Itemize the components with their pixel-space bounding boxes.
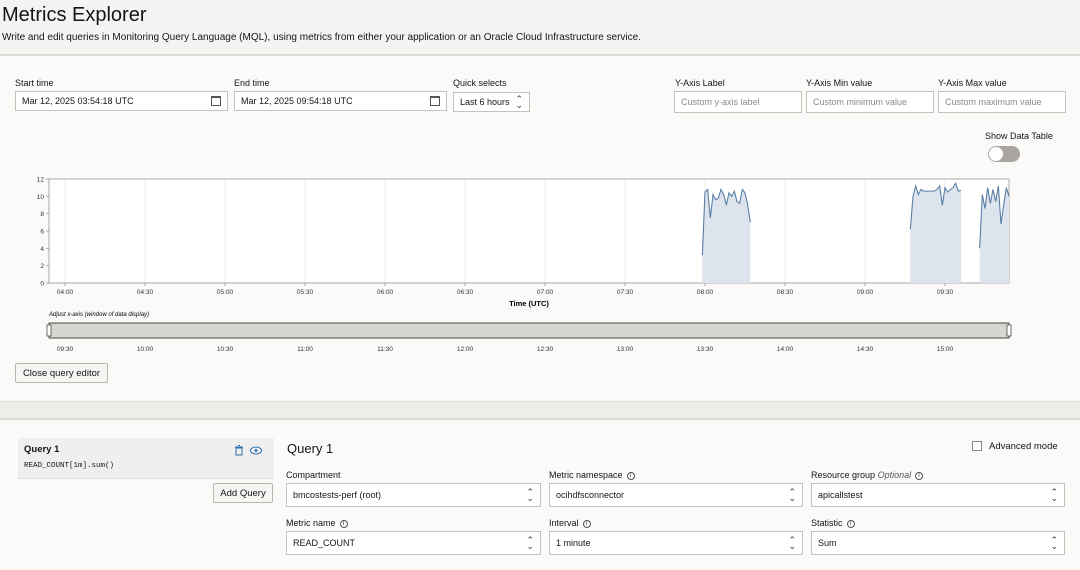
resource-group-optional-text: Optional [877, 470, 912, 480]
x-axis-range-slider[interactable] [46, 322, 1012, 339]
interval-label-text: Interval [549, 518, 579, 528]
range-slider-tick-label: 10:00 [137, 346, 154, 353]
y-tick-label: 0 [40, 281, 44, 288]
metric-namespace-label: Metric namespace i [549, 470, 635, 480]
range-slider-tick-label: 12:30 [537, 346, 554, 353]
range-slider-tick-label: 12:00 [457, 346, 474, 353]
statistic-value: Sum [818, 538, 837, 548]
y-tick-label: 12 [37, 177, 45, 184]
interval-label: Interval i [549, 518, 591, 528]
add-query-button[interactable]: Add Query [213, 483, 273, 503]
select-chevron-icon: ⌃ ⌄ [1050, 535, 1058, 551]
info-icon[interactable]: i [339, 519, 348, 528]
metric-namespace-select[interactable]: ocihdfsconnector ⌃ ⌄ [549, 483, 803, 507]
interval-select[interactable]: 1 minute ⌃ ⌄ [549, 531, 803, 555]
series-area [910, 183, 961, 283]
resource-group-select[interactable]: apicallstest ⌃ ⌄ [811, 483, 1065, 507]
query-card-mql: READ_COUNT[1m].sum() [24, 462, 115, 470]
range-slider-track[interactable] [48, 322, 1010, 339]
select-chevron-icon: ⌃ ⌄ [788, 535, 796, 551]
range-slider-tick-label: 10:30 [217, 346, 234, 353]
info-icon[interactable]: i [626, 471, 635, 480]
x-tick-label: 05:30 [297, 289, 314, 296]
x-tick-label: 08:00 [697, 289, 714, 296]
info-icon[interactable]: i [582, 519, 591, 528]
x-tick-label: 09:00 [857, 289, 874, 296]
query-card-title: Query 1 [24, 444, 60, 455]
advanced-mode-label: Advanced mode [989, 441, 1058, 452]
statistic-label-text: Statistic [811, 518, 843, 528]
metric-namespace-value: ocihdfsconnector [556, 490, 625, 500]
scrubber-label: Adjust x-axis (window of data display) [48, 312, 149, 318]
range-slider-tick-label: 14:30 [857, 346, 874, 353]
y-tick-label: 6 [40, 229, 44, 236]
range-slider-tick-label: 09:30 [57, 346, 74, 353]
x-tick-label: 07:30 [617, 289, 634, 296]
metric-name-value: READ_COUNT [293, 538, 356, 548]
x-tick-label: 06:00 [377, 289, 394, 296]
statistic-select[interactable]: Sum ⌃ ⌄ [811, 531, 1065, 555]
metric-name-label: Metric name i [286, 518, 348, 528]
select-chevron-icon: ⌃ ⌄ [526, 535, 534, 551]
advanced-mode-checkbox[interactable] [972, 441, 982, 451]
y-tick-label: 2 [40, 263, 44, 270]
statistic-label: Statistic i [811, 518, 855, 528]
range-slider-handle-left[interactable] [46, 324, 52, 337]
x-tick-label: 04:30 [137, 289, 154, 296]
range-slider-tick-label: 11:30 [377, 346, 393, 353]
section-divider [0, 402, 1080, 418]
query-card[interactable]: Query 1 READ_COUNT[1m].sum() [18, 438, 274, 478]
metric-namespace-label-text: Metric namespace [549, 470, 623, 480]
resource-group-value: apicallstest [818, 490, 863, 500]
select-chevron-icon: ⌃ ⌄ [1050, 487, 1058, 503]
metric-name-select[interactable]: READ_COUNT ⌃ ⌄ [286, 531, 541, 555]
x-tick-label: 09:30 [937, 289, 954, 296]
info-icon[interactable]: i [846, 519, 855, 528]
select-chevron-icon: ⌃ ⌄ [788, 487, 796, 503]
resource-group-label-text: Resource group [811, 470, 876, 480]
compartment-value: bmcostests-perf (root) [293, 490, 382, 500]
x-tick-label: 08:30 [777, 289, 794, 296]
x-axis-title: Time (UTC) [509, 299, 549, 308]
trash-icon[interactable] [234, 445, 244, 456]
y-tick-label: 10 [37, 194, 45, 201]
compartment-select[interactable]: bmcostests-perf (root) ⌃ ⌄ [286, 483, 541, 507]
range-slider-tick-label: 11:00 [297, 346, 313, 353]
x-tick-label: 05:00 [217, 289, 234, 296]
x-tick-label: 06:30 [457, 289, 474, 296]
y-tick-label: 4 [40, 246, 44, 253]
range-slider-tick-label: 15:00 [937, 346, 954, 353]
info-icon[interactable]: i [915, 471, 924, 480]
eye-icon[interactable] [250, 446, 262, 455]
x-tick-label: 04:00 [57, 289, 74, 296]
interval-value: 1 minute [556, 538, 591, 548]
close-query-editor-button[interactable]: Close query editor [15, 363, 108, 383]
metrics-chart: 04:00 04:30 05:00 05:30 06:00 06:30 07:00 07:30… [37, 177, 1012, 353]
query-heading: Query 1 [287, 441, 334, 456]
x-tick-label: 07:00 [537, 289, 554, 296]
range-slider-tick-label: 13:30 [697, 346, 714, 353]
metric-name-label-text: Metric name [286, 518, 336, 528]
range-slider-tick-label: 14:00 [777, 346, 794, 353]
range-slider-handle-right[interactable] [1006, 324, 1012, 337]
select-chevron-icon: ⌃ ⌄ [526, 487, 534, 503]
range-slider-tick-label: 13:00 [617, 346, 634, 353]
compartment-label: Compartment [286, 470, 341, 480]
resource-group-label: Resource group Optional i [811, 470, 924, 480]
y-tick-label: 8 [40, 211, 44, 218]
